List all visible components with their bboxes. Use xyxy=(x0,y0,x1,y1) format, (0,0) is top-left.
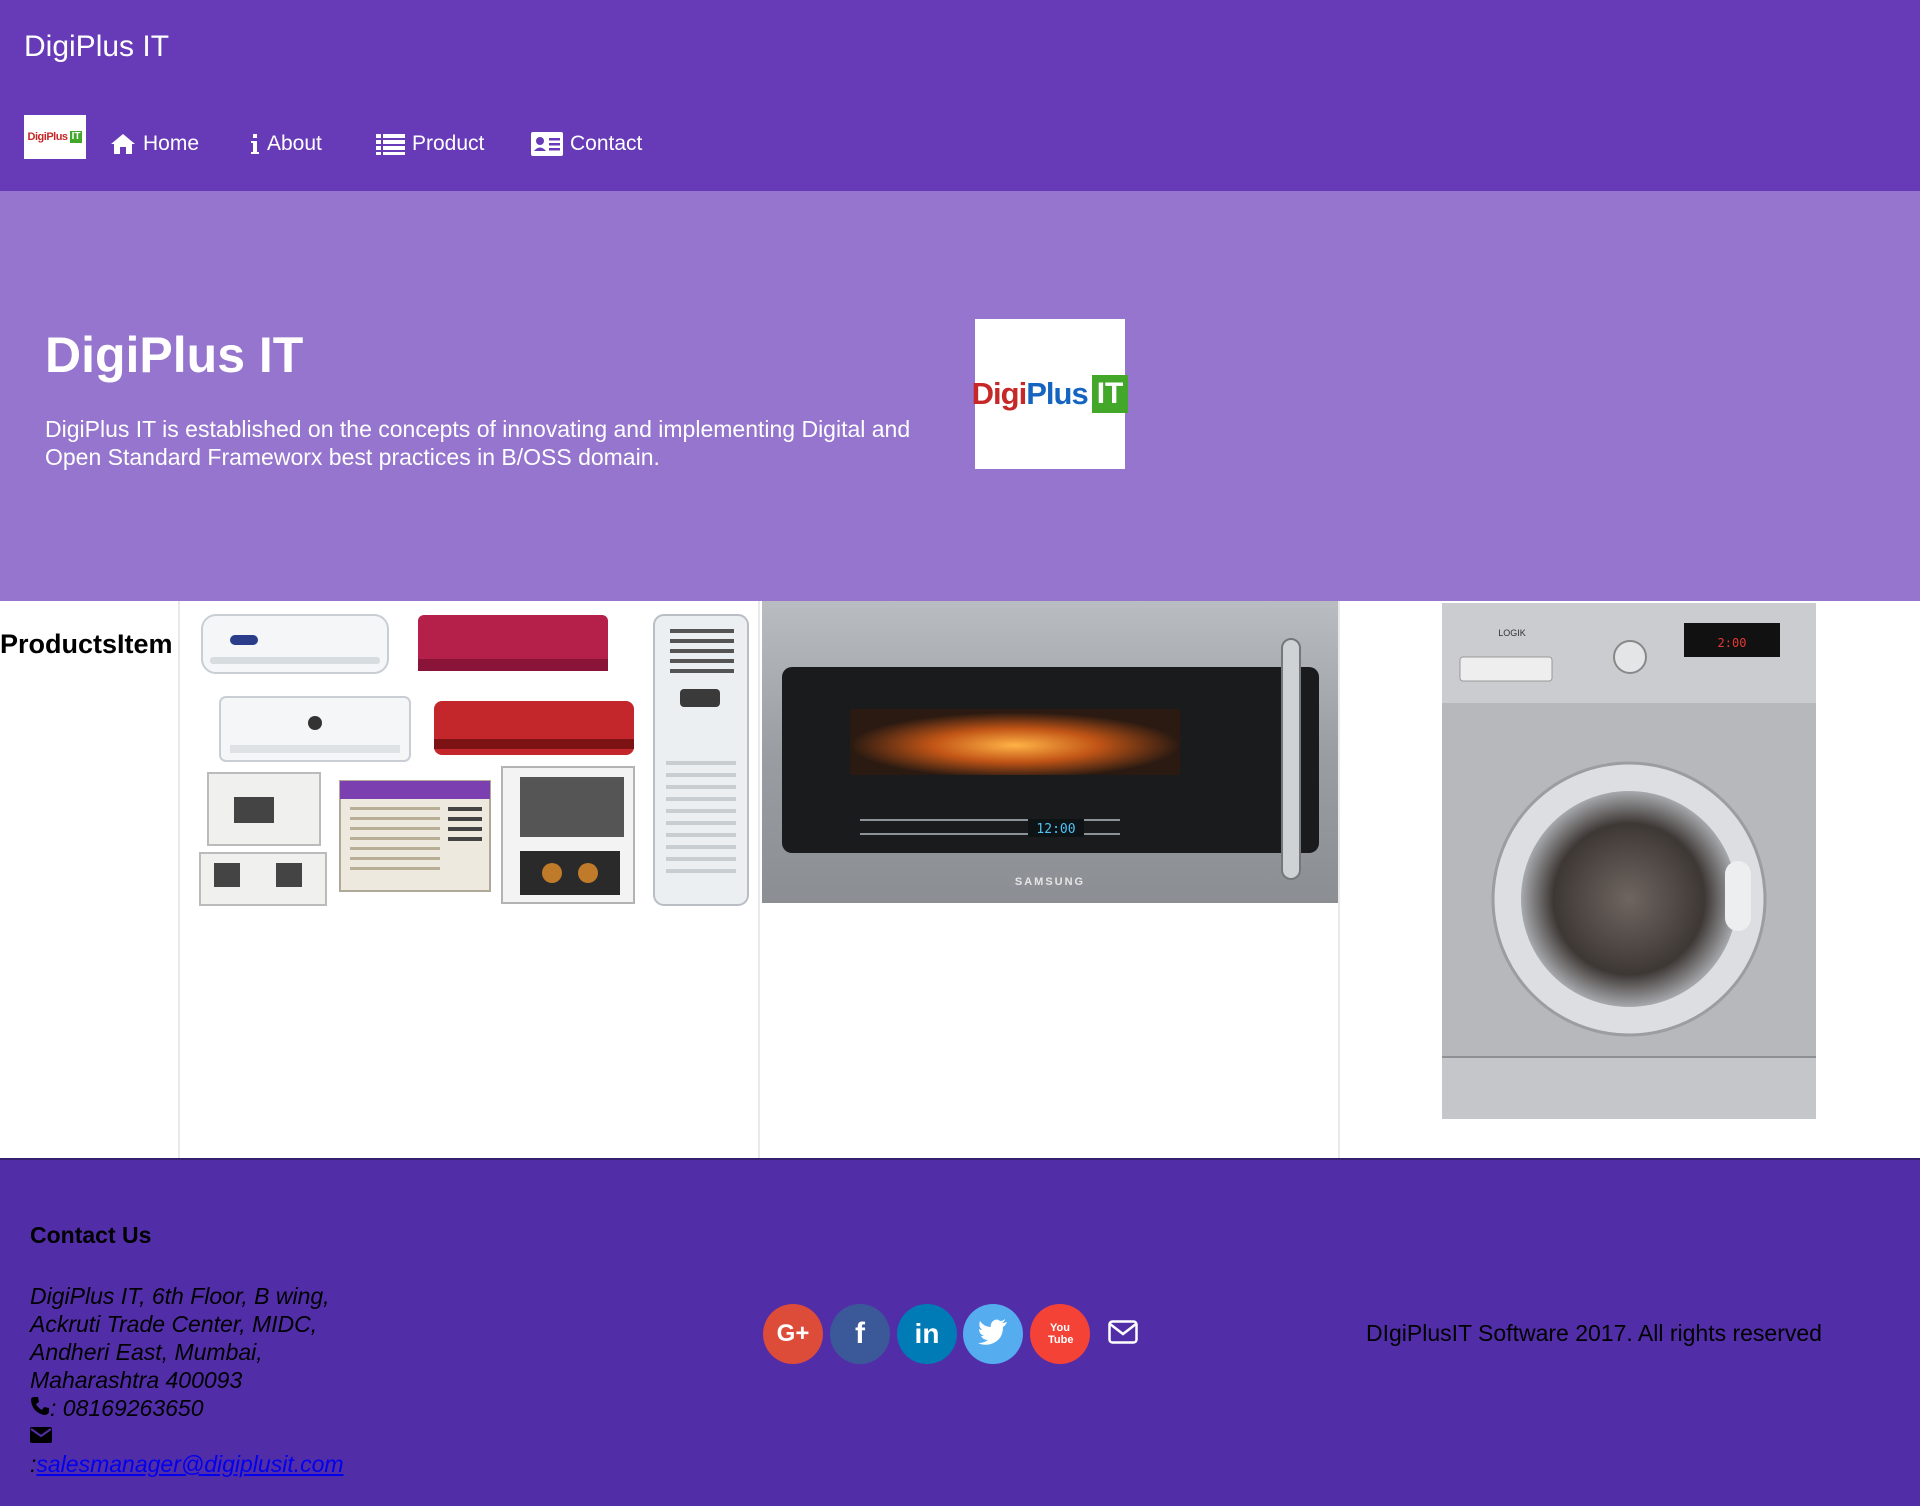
email-link[interactable]: salesmanager@digiplusit.com xyxy=(36,1451,343,1477)
brand-title[interactable]: DigiPlus IT xyxy=(24,30,169,64)
top-navbar: DigiPlus IT DigiPlus IT Home About Produ… xyxy=(0,0,1920,191)
hero-title: DigiPlus IT xyxy=(45,327,304,383)
nav-home-label: Home xyxy=(143,132,200,155)
microwave-display: 12:00 xyxy=(1036,822,1075,837)
hero-logo: DigiPlus IT xyxy=(972,319,1129,469)
products-heading: ProductsItem xyxy=(0,629,173,659)
contact-address: DigiPlus IT, 6th Floor, B wing, Ackruti … xyxy=(30,1282,344,1478)
home-icon xyxy=(110,133,136,155)
product-card-washing-machine[interactable]: LOGIK 2:00 xyxy=(1338,601,1920,1158)
digiplus-logo-large: DigiPlus IT xyxy=(972,375,1129,413)
youtube-icon: You Tube xyxy=(1048,1322,1074,1346)
youtube-button[interactable]: You Tube xyxy=(1030,1304,1090,1364)
facebook-icon: f xyxy=(855,1317,865,1350)
email-icon-line xyxy=(30,1422,344,1450)
logo-text-digi: Digi xyxy=(971,376,1028,411)
footer: Contact Us DigiPlus IT, 6th Floor, B win… xyxy=(0,1158,1920,1506)
email-button[interactable] xyxy=(1108,1320,1138,1349)
info-icon xyxy=(250,133,260,155)
nav-about[interactable]: About xyxy=(250,128,322,160)
nav-contact[interactable]: Contact xyxy=(531,128,642,160)
twitter-icon xyxy=(978,1318,1008,1350)
google-plus-icon: G+ xyxy=(776,1320,810,1347)
facebook-button[interactable]: f xyxy=(830,1304,890,1364)
product-card-microwave[interactable]: 12:00 SAMSUNG xyxy=(758,601,1340,1158)
hero-section: DigiPlus IT DigiPlus IT is established o… xyxy=(0,191,1920,601)
washing-machine-brand: LOGIK xyxy=(1498,628,1526,638)
phone-icon xyxy=(30,1395,50,1421)
products-section: ProductsItem 12:00 SAMSUNG LOGIK 2:00 xyxy=(0,601,1920,1158)
logo-badge-large: IT xyxy=(1091,375,1129,413)
logo-badge: IT xyxy=(69,131,83,143)
nav-product-label: Product xyxy=(412,132,485,155)
address-line: Andheri East, Mumbai, xyxy=(30,1339,263,1365)
nav-contact-label: Contact xyxy=(570,132,643,155)
phone-number: : 08169263650 xyxy=(50,1395,204,1421)
logo-text: DigiPlus xyxy=(27,131,69,143)
logo-text-large: DigiPlus xyxy=(971,376,1089,412)
phone-line: : 08169263650 xyxy=(30,1394,344,1422)
address-line: Ackruti Trade Center, MIDC, xyxy=(30,1311,318,1337)
washing-machine-image: LOGIK 2:00 xyxy=(1442,603,1816,1119)
air-conditioners-image xyxy=(199,614,749,906)
nav-logo[interactable]: DigiPlus IT xyxy=(24,115,86,159)
copyright-text: DIgiPlusIT Software 2017. All rights res… xyxy=(1366,1320,1822,1346)
microwave-brand: SAMSUNG xyxy=(1015,876,1085,888)
linkedin-icon: in xyxy=(914,1318,940,1349)
linkedin-button[interactable]: in xyxy=(897,1304,957,1364)
hero-description: DigiPlus IT is established on the concep… xyxy=(45,416,911,470)
nav-home[interactable]: Home xyxy=(110,128,199,160)
contact-card-icon xyxy=(531,132,563,156)
twitter-button[interactable] xyxy=(963,1304,1023,1364)
logo-text-plus: Plus xyxy=(1026,376,1088,411)
envelope-outline-icon xyxy=(1108,1320,1138,1348)
list-icon xyxy=(376,133,405,155)
envelope-icon xyxy=(30,1423,52,1449)
nav-product[interactable]: Product xyxy=(376,128,484,160)
washing-machine-display: 2:00 xyxy=(1718,636,1747,650)
google-plus-button[interactable]: G+ xyxy=(763,1304,823,1364)
microwave-image: 12:00 SAMSUNG xyxy=(762,601,1338,903)
email-line: :salesmanager@digiplusit.com xyxy=(30,1450,344,1478)
digiplus-logo: DigiPlus IT xyxy=(28,131,83,143)
address-line: Maharashtra 400093 xyxy=(30,1367,243,1393)
product-card-air-conditioners[interactable] xyxy=(178,601,760,1158)
address-line: DigiPlus IT, 6th Floor, B wing, xyxy=(30,1283,330,1309)
nav-about-label: About xyxy=(267,132,322,155)
contact-heading: Contact Us xyxy=(30,1222,152,1248)
